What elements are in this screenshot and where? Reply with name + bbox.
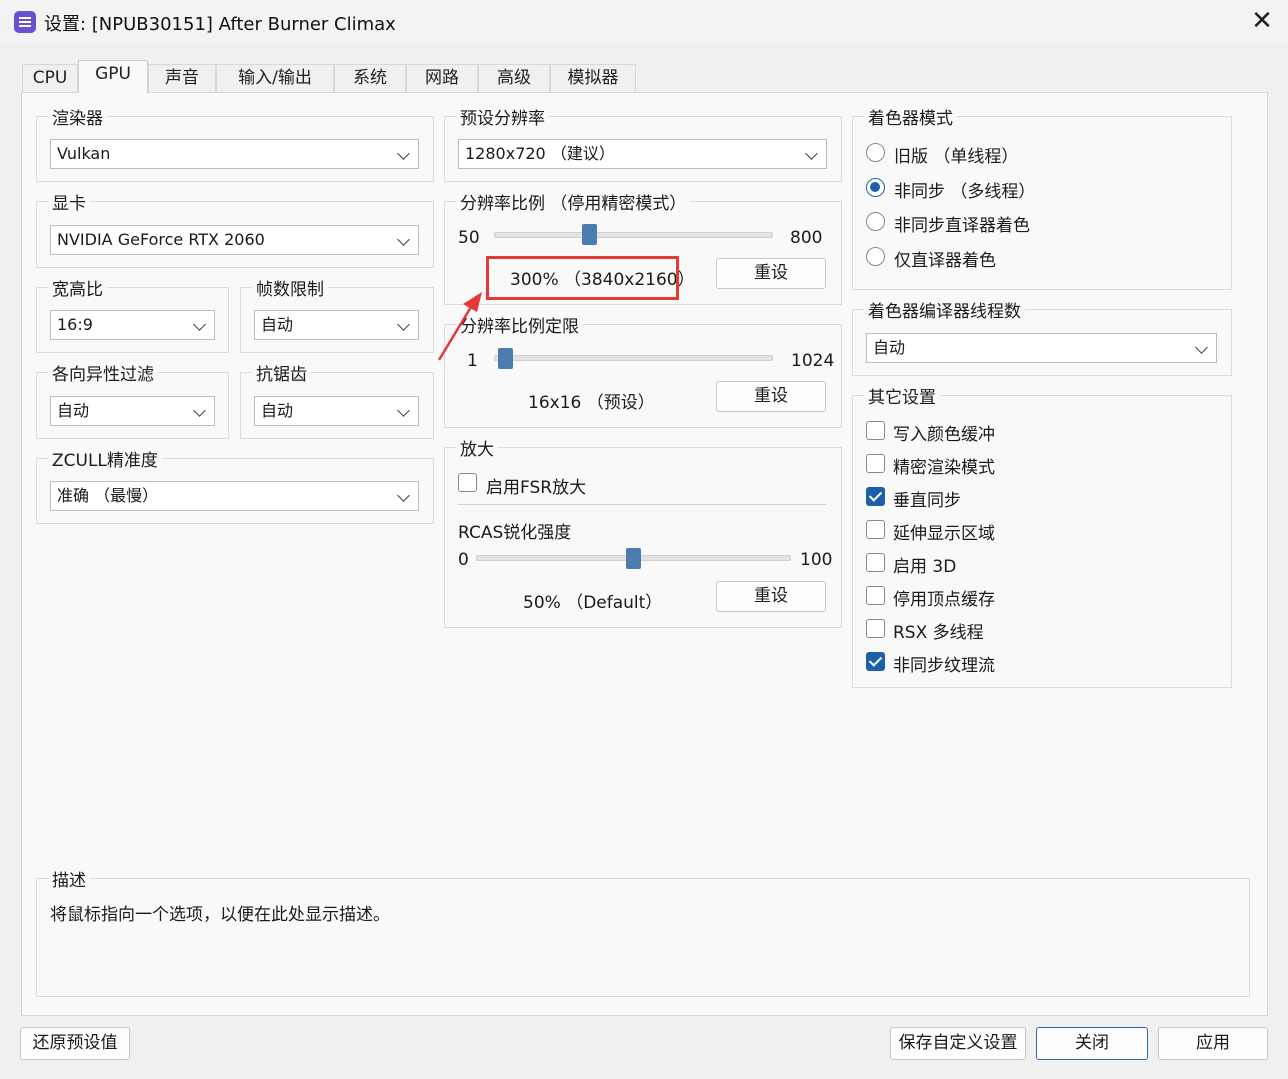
- chevron-down-icon: [397, 489, 410, 502]
- tab-io[interactable]: 输入/输出: [216, 64, 334, 92]
- chevron-down-icon: [193, 318, 206, 331]
- renderer-label: 渲染器: [48, 104, 107, 129]
- scale-threshold-max: 1024: [791, 351, 835, 371]
- close-icon[interactable]: ✕: [1246, 6, 1278, 38]
- resolution-scale-reset-button[interactable]: 重设: [716, 258, 826, 289]
- shader-threads-select[interactable]: 自动: [866, 333, 1217, 363]
- close-button[interactable]: 关闭: [1036, 1027, 1148, 1060]
- chevron-down-icon: [397, 318, 410, 331]
- default-resolution-select[interactable]: 1280x720 （建议）: [458, 139, 827, 169]
- other-setting-checkbox[interactable]: [866, 553, 885, 572]
- resolution-scale-label: 分辨率比例 （停用精密模式）: [456, 189, 691, 214]
- other-setting-label: 延伸显示区域: [893, 524, 995, 544]
- restore-defaults-button[interactable]: 还原预设值: [20, 1027, 130, 1060]
- resolution-scale-thumb[interactable]: [582, 224, 597, 245]
- zcull-select[interactable]: 准确 （最慢）: [50, 481, 419, 511]
- other-setting-label: 垂直同步: [893, 491, 961, 511]
- shader-mode-radio[interactable]: [866, 177, 885, 197]
- rcas-thumb[interactable]: [626, 548, 641, 569]
- antialias-select[interactable]: 自动: [254, 396, 419, 426]
- app-icon: [14, 11, 36, 33]
- upscale-label: 放大: [456, 435, 498, 460]
- rcas-label: RCAS锐化强度: [458, 523, 572, 543]
- rcas-value: 50% （Default）: [523, 593, 663, 613]
- other-setting-checkbox[interactable]: [866, 454, 885, 473]
- other-setting-label: 启用 3D: [893, 557, 957, 577]
- tab-emulator[interactable]: 模拟器: [550, 64, 636, 92]
- shader-mode-option-label: 非同步直译器着色: [894, 216, 1030, 236]
- tab-advanced[interactable]: 高级: [478, 64, 550, 92]
- chevron-down-icon: [397, 404, 410, 417]
- description-text: 将鼠标指向一个选项，以便在此处显示描述。: [50, 905, 390, 925]
- resolution-scale-min: 50: [458, 228, 480, 248]
- tab-network[interactable]: 网路: [406, 64, 478, 92]
- red-arrow-icon: [437, 292, 482, 361]
- scale-threshold-slider[interactable]: [494, 355, 773, 361]
- chevron-down-icon: [1195, 341, 1208, 354]
- chevron-down-icon: [397, 147, 410, 160]
- highlight-box: [486, 256, 679, 300]
- antialias-label: 抗锯齿: [252, 360, 311, 385]
- fsr-label: 启用FSR放大: [486, 478, 587, 498]
- scale-threshold-value: 16x16 （预设）: [528, 393, 655, 413]
- anisotropic-label: 各向异性过滤: [48, 360, 158, 385]
- fsr-checkbox[interactable]: [458, 473, 477, 492]
- default-resolution-label: 预设分辨率: [456, 104, 549, 129]
- scale-threshold-reset-button[interactable]: 重设: [716, 381, 826, 412]
- rcas-max: 100: [800, 550, 833, 570]
- shader-threads-label: 着色器编译器线程数: [864, 297, 1025, 322]
- rcas-min: 0: [458, 550, 469, 570]
- tab-audio[interactable]: 声音: [148, 64, 216, 92]
- window-title: 设置: [NPUB30151] After Burner Climax: [44, 14, 396, 35]
- other-setting-label: 停用顶点缓存: [893, 590, 995, 610]
- other-setting-checkbox[interactable]: [866, 421, 885, 440]
- shader-mode-radio[interactable]: [866, 143, 885, 162]
- framelimit-label: 帧数限制: [252, 275, 328, 300]
- tab-cpu[interactable]: CPU: [22, 64, 78, 92]
- other-setting-label: 写入颜色缓冲: [893, 425, 995, 445]
- other-setting-checkbox[interactable]: [866, 520, 885, 539]
- other-setting-label: 非同步纹理流: [893, 656, 995, 676]
- shader-mode-option-label: 非同步 （多线程）: [894, 181, 1036, 202]
- shader-mode-radio[interactable]: [866, 246, 885, 266]
- other-setting-label: RSX 多线程: [893, 623, 984, 643]
- description-label: 描述: [48, 866, 90, 891]
- other-settings-label: 其它设置: [864, 383, 940, 408]
- other-setting-checkbox[interactable]: [866, 619, 885, 638]
- chevron-down-icon: [397, 233, 410, 246]
- gpu-label: 显卡: [48, 189, 90, 214]
- shader-mode-option-label: 仅直译器着色: [894, 250, 996, 271]
- zcull-label: ZCULL精准度: [48, 446, 162, 471]
- divider: [458, 504, 826, 505]
- aspect-label: 宽高比: [48, 275, 107, 300]
- aspect-select[interactable]: 16:9: [50, 310, 215, 340]
- description-group: [36, 878, 1250, 997]
- resolution-scale-slider[interactable]: [494, 232, 773, 238]
- title-bar: 设置: [NPUB30151] After Burner Climax ✕: [0, 0, 1288, 44]
- resolution-scale-max: 800: [790, 228, 823, 248]
- tab-gpu[interactable]: GPU: [78, 60, 148, 93]
- scale-threshold-thumb[interactable]: [497, 348, 513, 369]
- tab-system[interactable]: 系统: [334, 64, 406, 92]
- other-setting-checkbox[interactable]: [866, 586, 885, 605]
- framelimit-select[interactable]: 自动: [254, 310, 419, 340]
- renderer-select[interactable]: Vulkan: [50, 139, 419, 169]
- anisotropic-select[interactable]: 自动: [50, 396, 215, 426]
- other-setting-label: 精密渲染模式: [893, 458, 995, 478]
- rcas-reset-button[interactable]: 重设: [716, 581, 826, 612]
- save-custom-button[interactable]: 保存自定义设置: [890, 1027, 1026, 1060]
- shader-mode-option-label: 旧版 （单线程）: [894, 147, 1019, 167]
- shader-mode-radio[interactable]: [866, 212, 885, 231]
- other-setting-checkbox[interactable]: [866, 652, 885, 671]
- chevron-down-icon: [805, 147, 818, 160]
- chevron-down-icon: [193, 404, 206, 417]
- shader-mode-label: 着色器模式: [864, 104, 957, 129]
- gpu-select[interactable]: NVIDIA GeForce RTX 2060: [50, 225, 419, 255]
- apply-button[interactable]: 应用: [1158, 1027, 1268, 1060]
- other-setting-checkbox[interactable]: [866, 487, 885, 506]
